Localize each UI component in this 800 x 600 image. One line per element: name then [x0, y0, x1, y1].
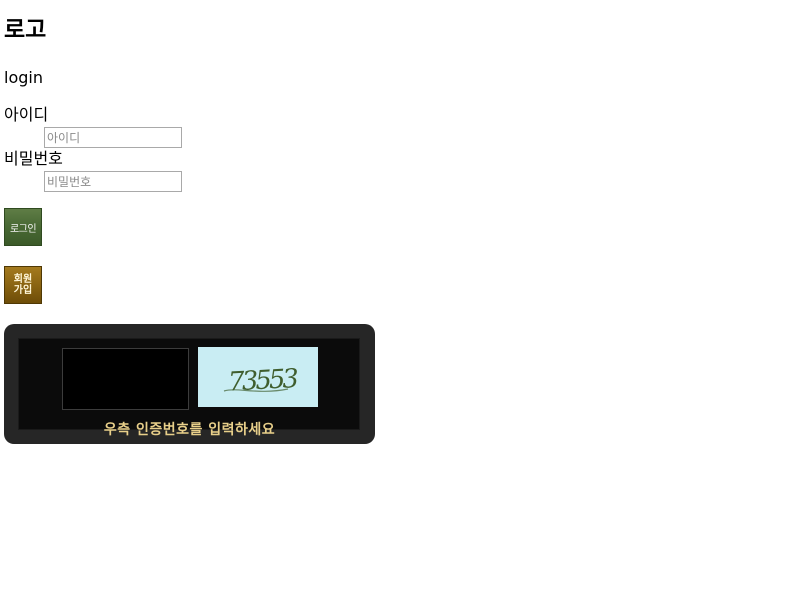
login-button-label: 로그인 — [9, 223, 37, 235]
id-label: 아이디 — [4, 105, 49, 124]
page-title: 로고 — [4, 17, 47, 43]
captcha-input[interactable] — [62, 348, 189, 410]
password-label: 비밀번호 — [4, 149, 63, 168]
captcha-image: 73553 — [198, 347, 318, 407]
password-input[interactable] — [44, 171, 182, 192]
captcha-panel: 73553 우측 인증번호를 입력하세요 — [4, 324, 375, 444]
join-button-label-line1: 회원 — [13, 274, 33, 285]
id-input[interactable] — [44, 127, 182, 148]
captcha-code-text: 73553 — [227, 364, 299, 398]
login-page: 로고 login 아이디 비밀번호 로그인 회원 가입 73553 우측 인증번… — [0, 0, 800, 600]
page-subtitle: login — [4, 68, 43, 87]
captcha-hint: 우측 인증번호를 입력하세요 — [103, 422, 276, 438]
login-button[interactable]: 로그인 — [4, 208, 42, 246]
captcha-code-graphic: 73553 — [223, 364, 299, 398]
join-button[interactable]: 회원 가입 — [4, 266, 42, 304]
join-button-label-line2: 가입 — [13, 285, 33, 296]
